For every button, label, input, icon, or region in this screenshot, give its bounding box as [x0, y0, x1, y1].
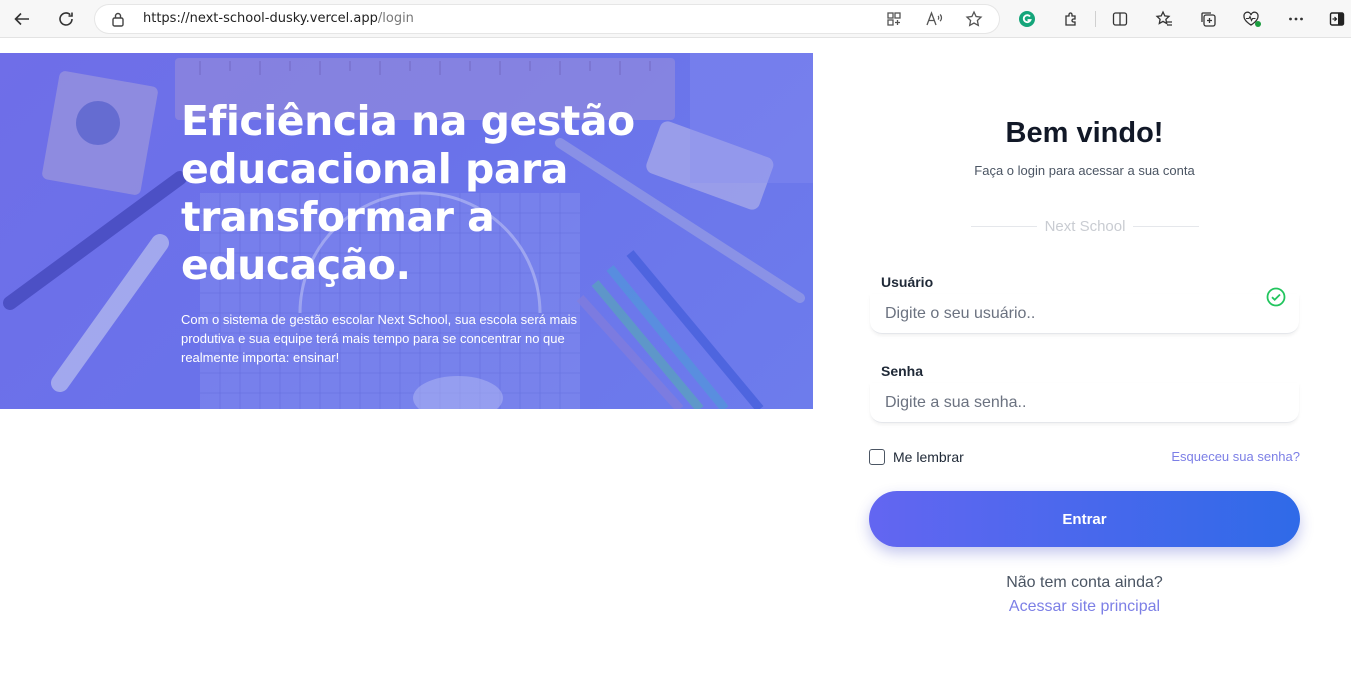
url-path: /login: [377, 11, 414, 26]
split-screen-icon[interactable]: [1106, 5, 1134, 33]
password-label: Senha: [881, 363, 924, 379]
username-input[interactable]: [870, 294, 1299, 334]
more-icon[interactable]: [1282, 5, 1310, 33]
login-title: Bem vindo!: [1005, 117, 1164, 149]
separator-line-right: [1133, 225, 1199, 227]
forgot-password-link[interactable]: Esqueceu sua senha?: [1160, 449, 1300, 464]
grammarly-icon[interactable]: [1013, 5, 1041, 33]
hero-title: Eficiência na gestão educacional para tr…: [181, 97, 635, 289]
refresh-icon[interactable]: [52, 5, 80, 33]
main-site-link[interactable]: Acessar site principal: [869, 598, 1300, 616]
no-account-text: Não tem conta ainda?: [1006, 574, 1163, 591]
sidebar-icon[interactable]: [1323, 5, 1351, 33]
collections-icon[interactable]: [1194, 5, 1222, 33]
username-label: Usuário: [881, 274, 934, 290]
read-aloud-icon[interactable]: [925, 10, 943, 28]
toolbar-divider: [1095, 11, 1096, 27]
url-host: https://next-school-dusky.vercel.app: [143, 11, 378, 26]
login-submit-button[interactable]: Entrar: [869, 491, 1300, 547]
browser-toolbar: https://next-school-dusky.vercel.app/log…: [0, 0, 1351, 38]
login-subtitle: Faça o login para acessar a sua conta: [974, 163, 1195, 178]
url-text[interactable]: https://next-school-dusky.vercel.app/log…: [143, 11, 414, 26]
remember-label[interactable]: Me lembrar: [893, 449, 964, 465]
extensions-icon[interactable]: [1057, 5, 1085, 33]
remember-checkbox[interactable]: [869, 449, 885, 465]
brand-label: Next School: [1044, 217, 1126, 235]
star-icon[interactable]: [965, 10, 983, 28]
favorites-icon[interactable]: [1150, 5, 1178, 33]
brand-separator: Next School: [971, 216, 1199, 236]
lock-icon[interactable]: [111, 11, 125, 31]
grid-icon[interactable]: [885, 10, 903, 28]
separator-line-left: [971, 225, 1037, 227]
hero-banner: Eficiência na gestão educacional para tr…: [0, 53, 813, 409]
check-circle-icon: [1266, 287, 1286, 307]
hero-description: Com o sistema de gestão escolar Next Sch…: [181, 312, 577, 365]
back-arrow-icon[interactable]: [8, 5, 36, 33]
address-bar[interactable]: https://next-school-dusky.vercel.app/log…: [95, 5, 999, 33]
password-input[interactable]: [870, 383, 1299, 423]
heart-pulse-icon[interactable]: [1238, 5, 1266, 33]
